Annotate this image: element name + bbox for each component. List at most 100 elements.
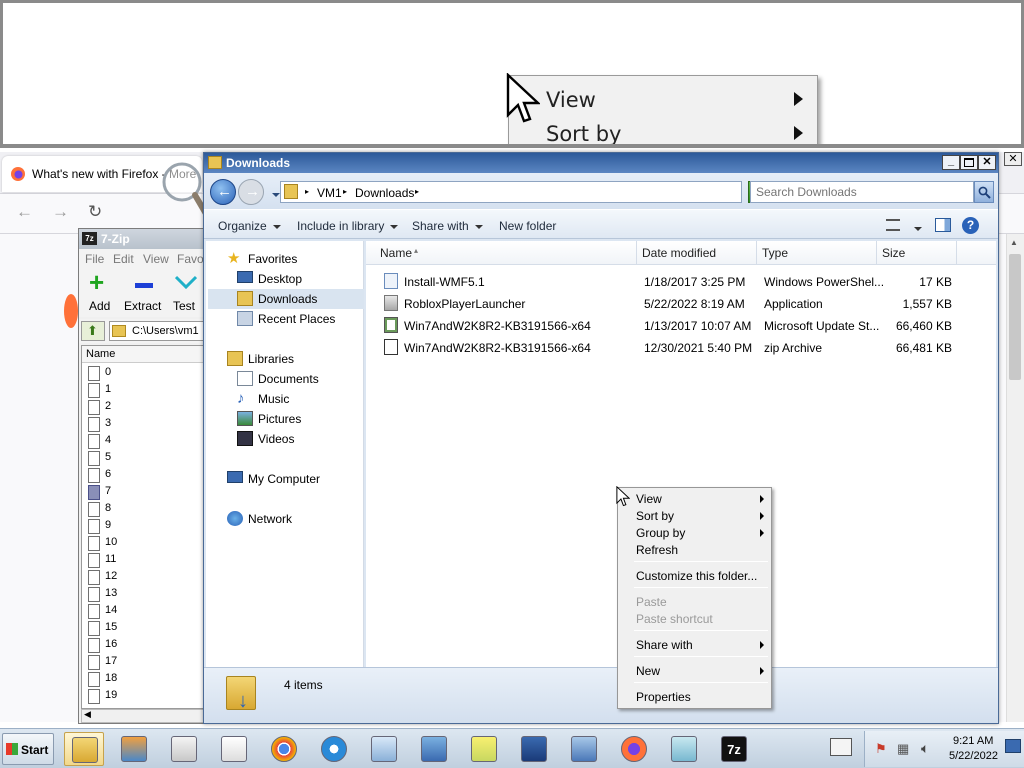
list-item[interactable]: 17 [88,654,198,671]
menu-item-properties[interactable]: Properties [636,690,691,704]
organize-button[interactable]: Organize [218,219,281,233]
taskbar-button[interactable] [114,732,154,766]
extract-button[interactable]: Extract [123,271,165,315]
new-folder-button[interactable]: New folder [499,219,556,233]
column-divider[interactable] [756,241,757,265]
taskbar-button[interactable] [214,732,254,766]
seven-zip-titlebar[interactable]: 7z 7-Zip [79,229,209,249]
list-item[interactable]: 14 [88,603,198,620]
breadcrumb-separator-icon[interactable]: ▸ [305,187,309,196]
taskbar-button[interactable] [664,732,704,766]
nav-videos[interactable]: Videos [236,429,372,449]
column-divider[interactable] [636,241,637,265]
reload-icon[interactable]: ↻ [88,202,102,222]
clock-time[interactable]: 9:21 AM [953,735,993,747]
list-item[interactable]: 18 [88,671,198,688]
minimize-button[interactable]: _ [942,155,960,170]
list-item[interactable]: 2 [88,399,198,416]
include-in-library-button[interactable]: Include in library [297,219,399,233]
column-header-name[interactable]: Name [82,346,206,363]
view-dropdown-icon[interactable] [908,221,922,235]
taskbar-button[interactable] [64,732,104,766]
up-folder-button[interactable]: ⬆ [81,321,105,341]
list-item[interactable]: 16 [88,637,198,654]
nav-downloads[interactable]: Downloads [236,289,372,309]
list-item[interactable]: 13 [88,586,198,603]
breadcrumb-separator-icon[interactable]: ▸ [415,187,419,196]
nav-libraries[interactable]: Libraries [226,349,362,369]
nav-favorites[interactable]: ★ Favorites [226,249,362,269]
explorer-titlebar[interactable]: Downloads _ ✕ [204,153,998,173]
nav-music[interactable]: ♪ Music [236,389,372,409]
list-item[interactable]: 7 [88,484,198,501]
taskbar-button[interactable] [464,732,504,766]
list-item[interactable]: 9 [88,518,198,535]
action-center-icon[interactable]: ⚑ [875,741,887,757]
share-with-button[interactable]: Share with [412,219,483,233]
menu-item-share-with[interactable]: Share with [636,638,693,652]
path-field[interactable]: C:\Users\vm1 [109,321,207,341]
nav-documents[interactable]: Documents [236,369,372,389]
forward-button[interactable]: → [238,179,264,205]
tablet-input-icon[interactable] [830,738,852,756]
add-button[interactable]: + Add [85,269,115,315]
taskbar-button[interactable] [614,732,654,766]
clock-date[interactable]: 5/22/2022 [949,750,998,762]
list-item[interactable]: 4 [88,433,198,450]
taskbar-button[interactable] [414,732,454,766]
list-item[interactable]: 15 [88,620,198,637]
menu-item-new[interactable]: New [636,664,660,678]
taskbar-button[interactable] [564,732,604,766]
column-header-size[interactable]: Size [882,246,905,260]
menu-item-refresh[interactable]: Refresh [636,543,678,557]
taskbar-button[interactable] [314,732,354,766]
menu-item-customize-folder[interactable]: Customize this folder... [636,569,757,583]
nav-recent-places[interactable]: Recent Places [236,309,372,329]
list-item[interactable]: 3 [88,416,198,433]
list-item[interactable]: 11 [88,552,198,569]
taskbar-button[interactable]: 7z [714,732,754,766]
list-item[interactable]: 6 [88,467,198,484]
back-arrow-icon[interactable]: ← [16,202,33,222]
test-button[interactable]: Test [171,271,205,315]
search-input[interactable] [752,182,970,202]
menu-item-view[interactable]: View [636,492,662,506]
list-item[interactable]: 0 [88,365,198,382]
file-row[interactable]: Win7AndW2K8R2-KB3191566-x64 1/13/2017 10:… [380,315,980,337]
file-row[interactable]: RobloxPlayerLauncher 5/22/2022 8:19 AM App… [380,293,980,315]
start-button[interactable]: Start [2,733,54,765]
column-header-type[interactable]: Type [762,246,788,260]
menu-file[interactable]: File [85,252,104,266]
column-header-date[interactable]: Date modified [642,246,716,260]
help-icon[interactable]: ? [962,217,979,234]
network-status-icon[interactable]: ▦ [897,741,909,757]
forward-arrow-icon[interactable]: → [52,202,69,222]
menu-item-group-by[interactable]: Group by [636,526,685,540]
show-desktop-icon[interactable] [1005,739,1021,753]
volume-icon[interactable]: 🔈︎ [921,740,929,757]
taskbar-button[interactable] [264,732,304,766]
scroll-thumb[interactable] [1009,254,1021,380]
nav-pictures[interactable]: Pictures [236,409,372,429]
list-item[interactable]: 1 [88,382,198,399]
menu-edit[interactable]: Edit [113,252,134,266]
breadcrumb-separator-icon[interactable]: ▸ [343,187,347,196]
file-row[interactable]: Win7AndW2K8R2-KB3191566-x64 12/30/2021 5:… [380,337,980,359]
taskbar-button[interactable] [514,732,554,766]
list-item[interactable]: 12 [88,569,198,586]
scroll-up-icon[interactable]: ▲ [1010,238,1018,247]
back-button[interactable]: ← [210,179,236,205]
search-button[interactable] [974,181,994,203]
maximize-button[interactable] [960,155,978,170]
address-field[interactable]: ▸ VM1 ▸ Downloads ▸ [280,181,793,203]
view-options-icon[interactable] [886,219,900,231]
list-item[interactable]: 5 [88,450,198,467]
nav-network[interactable]: Network [226,509,362,529]
taskbar-button[interactable] [164,732,204,766]
close-button[interactable]: ✕ [978,155,996,170]
file-row[interactable]: Install-WMF5.1 1/18/2017 3:25 PM Windows P… [380,271,980,293]
preview-pane-icon[interactable] [935,218,951,232]
menu-item-sort-by[interactable]: Sort by [636,509,674,523]
nav-desktop[interactable]: Desktop [236,269,372,289]
history-dropdown-icon[interactable] [266,187,280,201]
